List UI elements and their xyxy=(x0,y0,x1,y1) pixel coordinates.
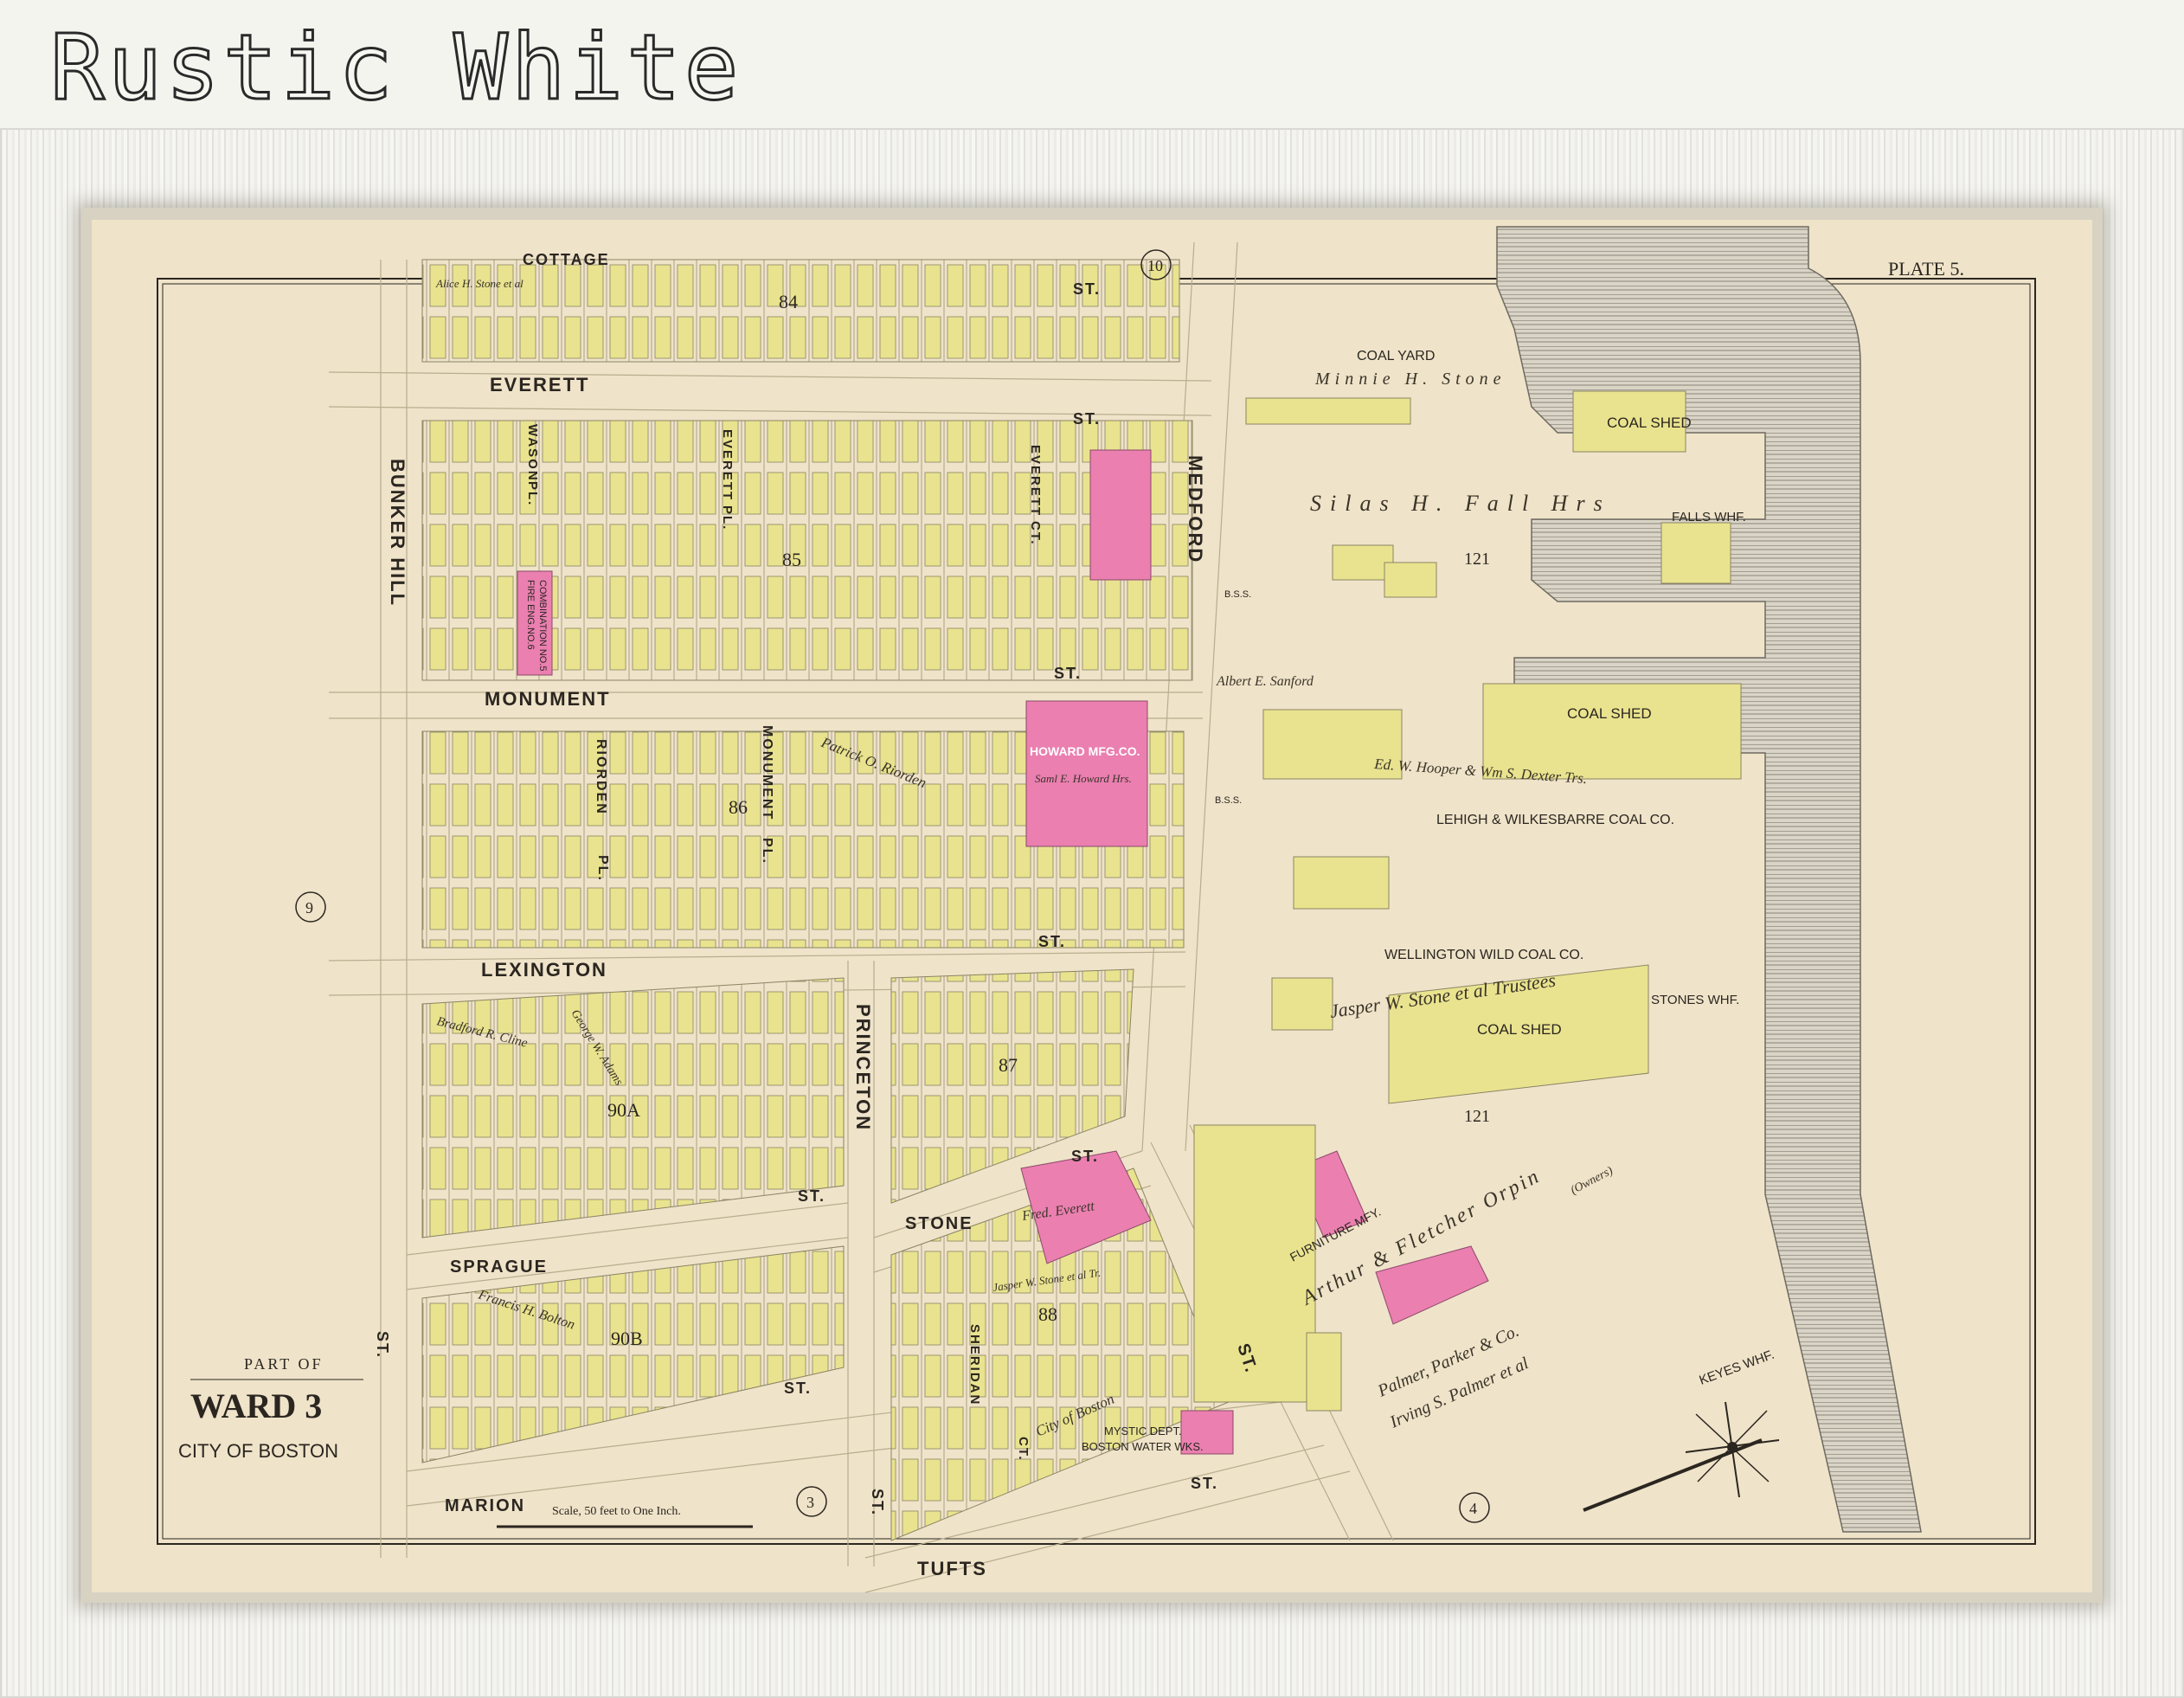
place-howard-mfg: HOWARD MFG.CO. xyxy=(1030,744,1140,758)
place-coal-shed-1: COAL SHED xyxy=(1607,415,1692,431)
place-combination: COMBINATION NO.5 xyxy=(537,580,548,672)
street-everett: EVERETT xyxy=(490,374,589,396)
plate-circle-10: 10 xyxy=(1147,257,1163,274)
block-84: 84 xyxy=(779,291,798,312)
plate-circle-9: 9 xyxy=(305,899,313,917)
compass-rose-icon xyxy=(1583,1401,1780,1512)
street-everett-pl: EVERETT xyxy=(720,429,735,501)
place-bss-2: B.S.S. xyxy=(1215,795,1242,806)
harbor-water xyxy=(1496,226,1922,1533)
block-87: 87 xyxy=(999,1054,1018,1076)
plate-label: PLATE 5. xyxy=(1888,258,1964,280)
place-bss-1: B.S.S. xyxy=(1224,589,1251,600)
street-monument-pl: MONUMENT xyxy=(760,725,774,820)
place-boston-water: BOSTON WATER WKS. xyxy=(1082,1440,1204,1453)
st-marion-end: ST. xyxy=(784,1380,812,1397)
street-lexington: LEXINGTON xyxy=(481,959,607,981)
block-86: 86 xyxy=(729,796,748,818)
ward-number: WARD 3 xyxy=(190,1386,322,1425)
place-wellington: WELLINGTON WILD COAL CO. xyxy=(1384,948,1583,962)
owner-samuel: Saml E. Howard Hrs. xyxy=(1035,772,1132,785)
street-medford: MEDFORD xyxy=(1185,455,1206,563)
street-cottage: COTTAGE xyxy=(523,251,610,268)
place-mystic-dept: MYSTIC DEPT. xyxy=(1104,1425,1182,1438)
owner-owners-note: (Owners) xyxy=(1569,1164,1616,1197)
street-wason: WASON xyxy=(525,424,540,482)
plate-circle-3: 3 xyxy=(806,1494,814,1511)
st-bunker-hill-bottom: ST. xyxy=(374,1331,391,1359)
st-stone-end: ST. xyxy=(1071,1148,1099,1165)
plate-circle-4: 4 xyxy=(1469,1500,1477,1517)
ward-city: CITY OF BOSTON xyxy=(178,1440,338,1462)
ward-part-of: PART OF xyxy=(244,1355,323,1373)
owner-silas: Silas H. Fall Hrs xyxy=(1310,491,1611,516)
place-lehigh: LEHIGH & WILKESBARRE COAL CO. xyxy=(1436,813,1674,827)
street-sprague: SPRAGUE xyxy=(450,1257,548,1277)
ward-cartouche: PART OF WARD 3 CITY OF BOSTON xyxy=(178,1355,363,1462)
owner-minnie: Minnie H. Stone xyxy=(1314,370,1506,389)
owner-alice: Alice H. Stone et al xyxy=(435,277,524,290)
street-sheridan: SHERIDAN xyxy=(967,1324,982,1405)
pl-riorden: PL. xyxy=(595,855,610,882)
block-90a: 90A xyxy=(607,1099,640,1121)
scale-text: Scale, 50 feet to One Inch. xyxy=(552,1505,681,1518)
place-fire-eng: FIRE ENG.NO.6 xyxy=(525,580,536,650)
block-90b: 90B xyxy=(611,1328,643,1349)
block-121-top: 121 xyxy=(1464,550,1490,569)
pl-everett: PL. xyxy=(720,505,735,531)
street-everett-ct: EVERETT xyxy=(1028,445,1043,517)
st-sprague-end: ST. xyxy=(798,1187,825,1205)
map-canvas: PLATE 5. COTTAGE EVERETT MONUMENT LEXING… xyxy=(157,226,2036,1593)
ct-sheridan: CT. xyxy=(1016,1437,1031,1462)
street-princeton: PRINCETON xyxy=(852,1004,874,1131)
scale-bar: Scale, 50 feet to One Inch. xyxy=(497,1505,753,1528)
street-marion: MARION xyxy=(445,1496,525,1515)
place-stones-whf: STONES WHF. xyxy=(1651,993,1739,1007)
place-coal-yard: COAL YARD xyxy=(1357,349,1435,363)
st-monument-end: ST. xyxy=(1054,665,1082,682)
st-lexington-end: ST. xyxy=(1038,933,1066,950)
pl-wason: PL. xyxy=(525,481,540,506)
street-riorden: RIORDEN xyxy=(594,739,608,815)
street-monument: MONUMENT xyxy=(485,688,611,710)
st-tufts-end: ST. xyxy=(1191,1475,1218,1492)
place-coal-shed-2: COAL SHED xyxy=(1567,705,1652,722)
pl-monument: PL. xyxy=(760,838,774,865)
place-keyes-whf: KEYES WHF. xyxy=(1698,1347,1776,1388)
st-everett-end: ST. xyxy=(1073,410,1101,428)
block-121-bottom: 121 xyxy=(1464,1107,1490,1126)
st-cottage-end: ST. xyxy=(1073,280,1101,298)
place-coal-shed-3: COAL SHED xyxy=(1477,1021,1562,1038)
street-bunker-hill: BUNKER HILL xyxy=(387,459,408,607)
block-88: 88 xyxy=(1038,1303,1057,1325)
owner-albert: Albert E. Sanford xyxy=(1216,674,1314,689)
street-stone: STONE xyxy=(905,1214,973,1233)
street-tufts: TUFTS xyxy=(917,1558,987,1579)
st-princeton-bottom: ST. xyxy=(869,1489,886,1516)
ct-everett: CT. xyxy=(1028,521,1043,546)
block-85: 85 xyxy=(782,549,801,570)
place-falls-whf: FALLS WHF. xyxy=(1672,510,1746,524)
